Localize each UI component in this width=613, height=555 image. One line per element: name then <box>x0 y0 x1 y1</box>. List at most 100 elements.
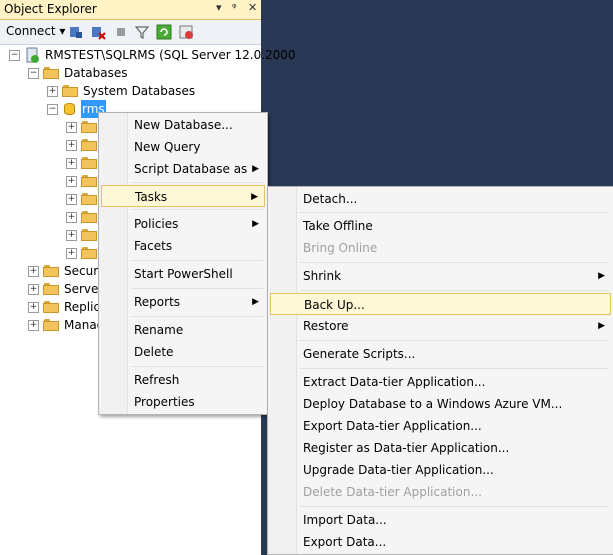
expand-icon[interactable]: + <box>28 266 39 277</box>
expand-icon[interactable]: + <box>66 248 77 259</box>
menu-item-label: Restore <box>303 319 349 333</box>
folder-icon <box>62 85 78 97</box>
menu-item-back-up[interactable]: Back Up... <box>270 293 611 315</box>
menu-item-delete[interactable]: Delete <box>101 341 265 363</box>
menu-item-upgrade-data-tier[interactable]: Upgrade Data-tier Application... <box>270 459 611 481</box>
menu-item-label: Reports <box>134 295 181 309</box>
menu-item-export-data[interactable]: Export Data... <box>270 531 611 553</box>
expand-icon[interactable]: + <box>28 302 39 313</box>
databases-label: Databases <box>64 66 128 80</box>
expand-icon[interactable]: + <box>28 284 39 295</box>
menu-item-label: New Query <box>134 140 201 154</box>
expand-icon[interactable]: + <box>47 86 58 97</box>
menu-item-properties[interactable]: Properties <box>101 391 265 413</box>
menu-separator <box>300 290 609 291</box>
menu-item-start-powershell[interactable]: Start PowerShell <box>101 263 265 285</box>
submenu-arrow-icon: ▶ <box>252 164 259 174</box>
expand-icon[interactable]: + <box>66 194 77 205</box>
menu-separator <box>131 316 263 317</box>
object-explorer-titlebar: Object Explorer ▾ ᵠ ✕ <box>0 0 261 20</box>
folder-icon <box>81 193 97 205</box>
folder-icon <box>43 301 59 313</box>
menu-item-label: Extract Data-tier Application... <box>303 375 486 389</box>
menu-item-restore[interactable]: Restore ▶ <box>270 315 611 337</box>
menu-item-new-query[interactable]: New Query <box>101 136 265 158</box>
expand-icon[interactable]: + <box>66 212 77 223</box>
folder-icon <box>81 229 97 241</box>
dropdown-icon[interactable]: ▾ <box>216 1 222 14</box>
menu-item-label: Deploy Database to a Windows Azure VM... <box>303 397 563 411</box>
folder-icon <box>81 247 97 259</box>
menu-item-import-data[interactable]: Import Data... <box>270 509 611 531</box>
menu-item-label: Upgrade Data-tier Application... <box>303 463 494 477</box>
menu-item-shrink[interactable]: Shrink ▶ <box>270 265 611 287</box>
menu-item-bring-online: Bring Online <box>270 237 611 259</box>
folder-icon <box>43 265 59 277</box>
menu-item-reports[interactable]: Reports ▶ <box>101 291 265 313</box>
menu-item-label: Shrink <box>303 269 342 283</box>
menu-item-label: Detach... <box>303 192 358 206</box>
menu-item-register-data-tier[interactable]: Register as Data-tier Application... <box>270 437 611 459</box>
menu-item-take-offline[interactable]: Take Offline <box>270 215 611 237</box>
database-icon <box>64 102 75 116</box>
menu-item-label: Bring Online <box>303 241 378 255</box>
menu-item-generate-scripts[interactable]: Generate Scripts... <box>270 343 611 365</box>
menu-item-label: Back Up... <box>304 298 365 312</box>
system-databases-label: System Databases <box>83 84 196 98</box>
menu-separator <box>300 340 609 341</box>
menu-item-label: Export Data... <box>303 535 387 549</box>
menu-separator <box>300 262 609 263</box>
connect-button[interactable]: Connect ▾ <box>6 24 65 38</box>
disconnect-icon[interactable] <box>90 24 106 40</box>
expand-icon[interactable]: + <box>28 320 39 331</box>
expand-icon[interactable]: + <box>66 158 77 169</box>
menu-item-facets[interactable]: Facets <box>101 235 265 257</box>
submenu-arrow-icon: ▶ <box>252 219 259 229</box>
menu-item-label: New Database... <box>134 118 233 132</box>
expand-icon[interactable]: + <box>66 122 77 133</box>
menu-item-label: Import Data... <box>303 513 387 527</box>
collapse-icon[interactable]: − <box>9 50 20 61</box>
collapse-icon[interactable]: − <box>28 68 39 79</box>
menu-item-new-database[interactable]: New Database... <box>101 114 265 136</box>
menu-item-refresh[interactable]: Refresh <box>101 369 265 391</box>
menu-item-label: Export Data-tier Application... <box>303 419 482 433</box>
activity-monitor-icon[interactable] <box>178 24 194 40</box>
replication-label: Replic <box>64 300 101 314</box>
panel-title: Object Explorer <box>4 2 97 16</box>
menu-separator <box>131 366 263 367</box>
connect-server-icon[interactable] <box>68 24 84 40</box>
menu-item-script-database-as[interactable]: Script Database as ▶ <box>101 158 265 180</box>
menu-item-deploy-azure-vm[interactable]: Deploy Database to a Windows Azure VM... <box>270 393 611 415</box>
stop-icon[interactable] <box>113 24 129 40</box>
expand-icon[interactable]: + <box>66 230 77 241</box>
submenu-arrow-icon: ▶ <box>598 271 605 281</box>
menu-separator <box>300 212 609 213</box>
menu-separator <box>131 182 263 183</box>
server-label: RMSTEST\SQLRMS (SQL Server 12.0.2000 <box>45 48 296 62</box>
menu-item-policies[interactable]: Policies ▶ <box>101 213 265 235</box>
menu-item-tasks[interactable]: Tasks ▶ <box>101 185 265 207</box>
folder-icon <box>43 319 59 331</box>
menu-separator <box>300 506 609 507</box>
menu-item-label: Tasks <box>135 190 168 204</box>
menu-item-rename[interactable]: Rename <box>101 319 265 341</box>
expand-icon[interactable]: + <box>66 140 77 151</box>
menu-separator <box>131 260 263 261</box>
menu-item-detach[interactable]: Detach... <box>270 188 611 210</box>
folder-icon <box>81 157 97 169</box>
menu-item-extract-data-tier[interactable]: Extract Data-tier Application... <box>270 371 611 393</box>
server-icon <box>26 47 39 63</box>
filter-icon[interactable] <box>134 24 150 40</box>
menu-item-label: Take Offline <box>303 219 373 233</box>
expand-icon[interactable]: + <box>66 176 77 187</box>
close-icon[interactable]: ✕ <box>248 1 257 14</box>
collapse-icon[interactable]: − <box>47 104 58 115</box>
menu-item-export-data-tier[interactable]: Export Data-tier Application... <box>270 415 611 437</box>
menu-item-label: Delete <box>134 345 174 359</box>
refresh-icon[interactable] <box>156 24 172 40</box>
folder-icon <box>81 211 97 223</box>
menu-item-label: Generate Scripts... <box>303 347 416 361</box>
menu-item-delete-data-tier: Delete Data-tier Application... <box>270 481 611 503</box>
pin-icon[interactable]: ᵠ <box>232 1 237 14</box>
